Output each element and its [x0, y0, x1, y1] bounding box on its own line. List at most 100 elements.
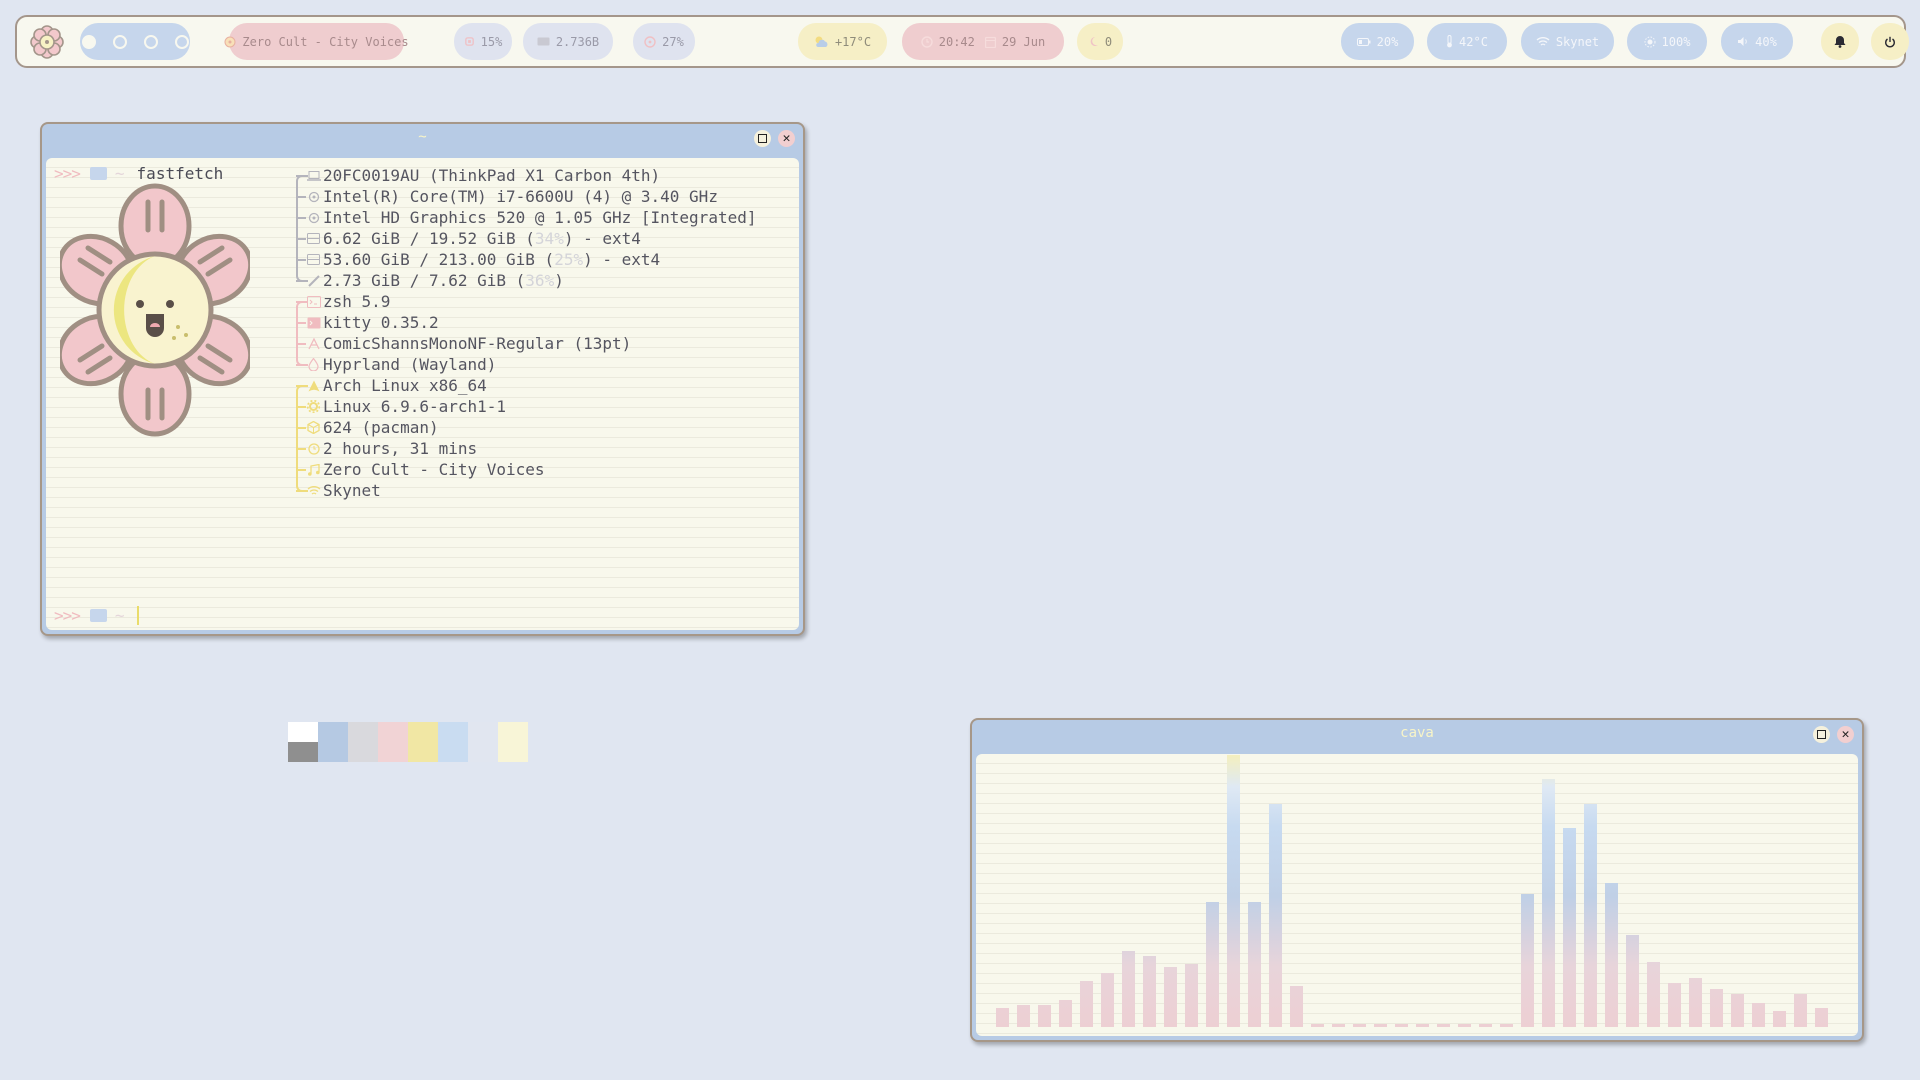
terminal-content[interactable]: >>> ~ fastfetch 20FC0019AU (ThinkPad X1 … — [46, 158, 799, 762]
disk-home-fs: ) - ext4 — [583, 250, 661, 269]
cpu-icon — [306, 191, 321, 203]
color-swatch — [348, 722, 378, 742]
music-line: Zero Cult - City Voices — [291, 459, 545, 480]
host-text: 20FC0019AU (ThinkPad X1 Carbon 4th) — [323, 166, 661, 185]
media-player-widget[interactable]: Zero Cult - City Voices — [224, 23, 409, 60]
color-swatch — [378, 742, 408, 762]
command-prompt: >>> ~ fastfetch — [54, 164, 223, 183]
workspace-switcher — [80, 23, 190, 60]
clock-widget[interactable]: 20:42 29 Jun — [902, 23, 1064, 60]
visualizer-bar — [1017, 1005, 1030, 1027]
workspace-4[interactable] — [174, 34, 189, 49]
color-swatch — [348, 742, 378, 762]
color-swatch — [318, 742, 348, 762]
clock-icon — [921, 35, 933, 48]
flower-logo-icon — [56, 182, 254, 441]
flower-logo-icon[interactable] — [29, 24, 65, 60]
wifi-icon — [306, 485, 321, 496]
visualizer-bar — [1332, 1024, 1345, 1027]
visualizer-bar — [1479, 1024, 1492, 1027]
disk-usage: 27% — [662, 34, 684, 49]
terminal-title: ~ — [418, 129, 427, 145]
memory-line: 2.73 GiB / 7.62 GiB (36%) — [291, 270, 756, 291]
time-text: 20:42 — [938, 34, 975, 49]
font-text: ComicShannsMonoNF-Regular (13pt) — [323, 334, 632, 353]
disk-widget[interactable]: 27% — [633, 23, 695, 60]
packages-text: 624 (pacman) — [323, 418, 439, 437]
shell-prompt[interactable]: >>> ~ — [54, 606, 139, 625]
network-widget[interactable]: Skynet — [1521, 23, 1614, 60]
battery-icon — [1356, 37, 1371, 46]
visualizer-bar — [1521, 894, 1534, 1027]
visualizer-bar — [1353, 1024, 1366, 1027]
cpu-text: Intel(R) Core(TM) i7-6600U (4) @ 3.40 GH… — [323, 187, 718, 206]
brightness-widget[interactable]: 100% — [1627, 23, 1707, 60]
memory-icon — [306, 274, 321, 287]
workspace-2[interactable] — [112, 34, 127, 49]
visualizer-bar — [1500, 1024, 1513, 1027]
power-icon — [1884, 36, 1896, 48]
disk-root-percent: 34% — [534, 229, 564, 248]
workspace-1[interactable] — [81, 34, 96, 49]
visualizer-bar — [1311, 1024, 1324, 1027]
os-line: Arch Linux x86_64 — [291, 375, 545, 396]
temperature-widget[interactable]: 42°C — [1427, 23, 1507, 60]
color-swatch — [468, 722, 498, 742]
close-icon: ✕ — [782, 131, 791, 146]
clock-icon — [306, 442, 321, 455]
command-text: fastfetch — [136, 164, 224, 183]
visualizer-bar — [1416, 1024, 1429, 1027]
prompt-arrows: >>> — [54, 606, 81, 625]
power-button[interactable] — [1871, 23, 1909, 60]
visualizer-bar — [1794, 994, 1807, 1027]
moon-icon — [1088, 36, 1099, 47]
visualizer-bar — [1542, 779, 1555, 1027]
color-swatch — [378, 722, 408, 742]
music-disc-icon — [224, 36, 236, 48]
battery-widget[interactable]: 20% — [1341, 23, 1414, 60]
cpu-widget[interactable]: 15% — [454, 23, 512, 60]
os-text: Arch Linux x86_64 — [323, 376, 487, 395]
cpu-usage: 15% — [480, 34, 503, 49]
wifi-icon — [1536, 36, 1550, 47]
weather-widget[interactable]: +17°C — [798, 23, 887, 60]
audio-visualizer — [976, 754, 1858, 1036]
disk-icon — [306, 254, 321, 265]
volume-widget[interactable]: 40% — [1721, 23, 1793, 60]
close-button[interactable]: ✕ — [1837, 726, 1854, 743]
memory-widget[interactable]: 2.736B — [523, 23, 613, 60]
terminal-line: kitty 0.35.2 — [291, 312, 631, 333]
terminal-window[interactable]: ~ ✕ >>> ~ fastfetch 20FC0019AU (ThinkPad… — [40, 122, 805, 762]
top-bar: Zero Cult - City Voices 15% 2.736B 27% +… — [15, 15, 1909, 68]
cava-title: cava — [1400, 725, 1434, 741]
visualizer-bar — [1605, 883, 1618, 1027]
visualizer-bar — [1458, 1024, 1471, 1027]
color-swatch — [288, 742, 318, 762]
memory-icon — [537, 37, 550, 46]
gpu-text: Intel HD Graphics 520 @ 1.05 GHz [Integr… — [323, 208, 757, 227]
close-button[interactable]: ✕ — [778, 130, 795, 147]
visualizer-bar — [1437, 1024, 1450, 1027]
bell-icon — [1834, 35, 1846, 48]
notifications-button[interactable] — [1821, 23, 1859, 60]
visualizer-bar — [1206, 902, 1219, 1027]
visualizer-bar — [1185, 964, 1198, 1027]
idle-inhibitor-widget[interactable]: 0 — [1077, 23, 1123, 60]
maximize-icon — [758, 134, 767, 143]
color-palette — [288, 722, 528, 762]
color-swatch — [498, 742, 528, 762]
disk-home-line: 53.60 GiB / 213.00 GiB (25%) - ext4 — [291, 249, 756, 270]
visualizer-bar — [1059, 1000, 1072, 1027]
folder-icon — [89, 167, 107, 180]
cava-window[interactable]: cava ✕ — [970, 718, 1864, 1042]
maximize-button[interactable] — [754, 130, 771, 147]
visualizer-bar — [1122, 951, 1135, 1027]
system-info: Arch Linux x86_64 Linux 6.9.6-arch1-1 62… — [291, 375, 545, 501]
speaker-icon — [1737, 36, 1749, 47]
gpu-line: Intel HD Graphics 520 @ 1.05 GHz [Integr… — [291, 207, 756, 228]
workspace-3[interactable] — [143, 34, 158, 49]
maximize-button[interactable] — [1813, 726, 1830, 743]
laptop-icon — [306, 170, 321, 181]
wifi-text: Skynet — [323, 481, 381, 500]
package-icon — [306, 421, 321, 434]
